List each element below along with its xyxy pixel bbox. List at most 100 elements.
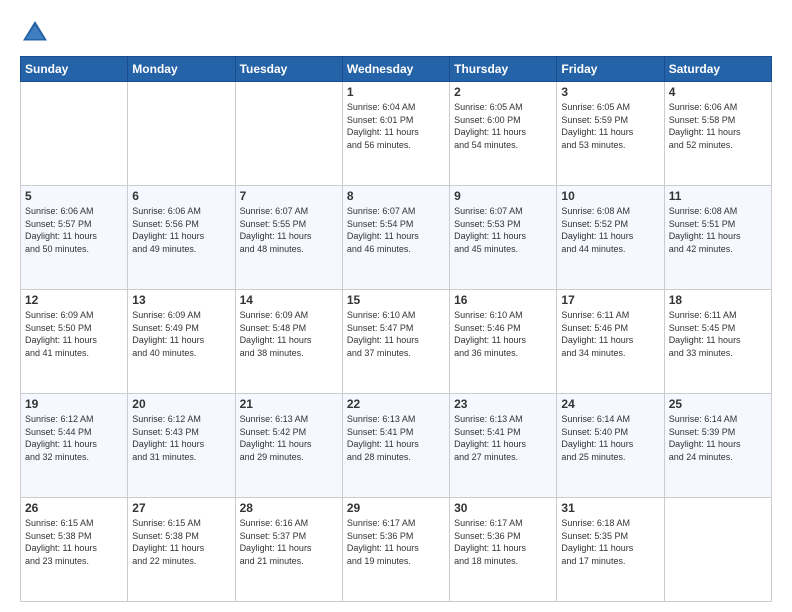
day-info: Sunrise: 6:06 AMSunset: 5:58 PMDaylight:…: [669, 101, 767, 151]
day-number: 27: [132, 501, 230, 515]
calendar-cell: 1Sunrise: 6:04 AMSunset: 6:01 PMDaylight…: [342, 82, 449, 186]
calendar-cell: 23 Sunrise: 6:13 AMSunset: 5:41 PMDayligh…: [450, 394, 557, 498]
calendar-cell: 8 Sunrise: 6:07 AMSunset: 5:54 PMDaylight…: [342, 186, 449, 290]
calendar-cell: 20 Sunrise: 6:12 AMSunset: 5:43 PMDayligh…: [128, 394, 235, 498]
calendar-cell: 18 Sunrise: 6:11 AMSunset: 5:45 PMDayligh…: [664, 290, 771, 394]
calendar-cell: [664, 498, 771, 602]
calendar-body: 1Sunrise: 6:04 AMSunset: 6:01 PMDaylight…: [21, 82, 772, 602]
day-number: 23: [454, 397, 552, 411]
calendar-cell: 14 Sunrise: 6:09 AMSunset: 5:48 PMDayligh…: [235, 290, 342, 394]
calendar-cell: 12Sunrise: 6:09 AMSunset: 5:50 PMDayligh…: [21, 290, 128, 394]
logo: [20, 18, 54, 48]
header-day-sunday: Sunday: [21, 57, 128, 82]
calendar-table: SundayMondayTuesdayWednesdayThursdayFrid…: [20, 56, 772, 602]
day-info: Sunrise: 6:12 AMSunset: 5:43 PMDaylight:…: [132, 413, 230, 463]
day-info: Sunrise: 6:08 AMSunset: 5:51 PMDaylight:…: [669, 205, 767, 255]
day-info: Sunrise: 6:10 AMSunset: 5:46 PMDaylight:…: [454, 309, 552, 359]
header-day-saturday: Saturday: [664, 57, 771, 82]
day-info: Sunrise: 6:15 AMSunset: 5:38 PMDaylight:…: [132, 517, 230, 567]
calendar-cell: 21 Sunrise: 6:13 AMSunset: 5:42 PMDayligh…: [235, 394, 342, 498]
day-number: 4: [669, 85, 767, 99]
day-number: 10: [561, 189, 659, 203]
day-number: 17: [561, 293, 659, 307]
day-info: Sunrise: 6:09 AMSunset: 5:50 PMDaylight:…: [25, 309, 123, 359]
calendar-cell: 10 Sunrise: 6:08 AMSunset: 5:52 PMDayligh…: [557, 186, 664, 290]
day-number: 3: [561, 85, 659, 99]
day-info: Sunrise: 6:10 AMSunset: 5:47 PMDaylight:…: [347, 309, 445, 359]
day-number: 15: [347, 293, 445, 307]
week-row-4: 26 Sunrise: 6:15 AMSunset: 5:38 PMDayligh…: [21, 498, 772, 602]
calendar-cell: 30 Sunrise: 6:17 AMSunset: 5:36 PMDayligh…: [450, 498, 557, 602]
day-info: Sunrise: 6:09 AMSunset: 5:48 PMDaylight:…: [240, 309, 338, 359]
day-number: 26: [25, 501, 123, 515]
calendar-cell: [128, 82, 235, 186]
day-number: 7: [240, 189, 338, 203]
calendar-cell: 19 Sunrise: 6:12 AMSunset: 5:44 PMDayligh…: [21, 394, 128, 498]
calendar-cell: 3 Sunrise: 6:05 AMSunset: 5:59 PMDaylight…: [557, 82, 664, 186]
calendar-cell: 6 Sunrise: 6:06 AMSunset: 5:56 PMDaylight…: [128, 186, 235, 290]
day-number: 22: [347, 397, 445, 411]
calendar-cell: 15 Sunrise: 6:10 AMSunset: 5:47 PMDayligh…: [342, 290, 449, 394]
day-info: Sunrise: 6:08 AMSunset: 5:52 PMDaylight:…: [561, 205, 659, 255]
day-info: Sunrise: 6:11 AMSunset: 5:45 PMDaylight:…: [669, 309, 767, 359]
week-row-0: 1Sunrise: 6:04 AMSunset: 6:01 PMDaylight…: [21, 82, 772, 186]
day-number: 31: [561, 501, 659, 515]
day-number: 1: [347, 85, 445, 99]
day-info: Sunrise: 6:09 AMSunset: 5:49 PMDaylight:…: [132, 309, 230, 359]
header-row: SundayMondayTuesdayWednesdayThursdayFrid…: [21, 57, 772, 82]
calendar-cell: 26Sunrise: 6:15 AMSunset: 5:38 PMDayligh…: [21, 498, 128, 602]
day-info: Sunrise: 6:12 AMSunset: 5:44 PMDaylight:…: [25, 413, 123, 463]
day-info: Sunrise: 6:18 AMSunset: 5:35 PMDaylight:…: [561, 517, 659, 567]
day-number: 13: [132, 293, 230, 307]
week-row-1: 5Sunrise: 6:06 AMSunset: 5:57 PMDaylight…: [21, 186, 772, 290]
day-number: 20: [132, 397, 230, 411]
calendar-cell: 22 Sunrise: 6:13 AMSunset: 5:41 PMDayligh…: [342, 394, 449, 498]
day-info: Sunrise: 6:13 AMSunset: 5:41 PMDaylight:…: [454, 413, 552, 463]
calendar-cell: [21, 82, 128, 186]
day-info: Sunrise: 6:07 AMSunset: 5:53 PMDaylight:…: [454, 205, 552, 255]
day-info: Sunrise: 6:14 AMSunset: 5:39 PMDaylight:…: [669, 413, 767, 463]
day-number: 21: [240, 397, 338, 411]
day-info: Sunrise: 6:17 AMSunset: 5:36 PMDaylight:…: [347, 517, 445, 567]
header: [20, 18, 772, 48]
day-info: Sunrise: 6:05 AMSunset: 5:59 PMDaylight:…: [561, 101, 659, 151]
calendar-cell: 11 Sunrise: 6:08 AMSunset: 5:51 PMDayligh…: [664, 186, 771, 290]
day-info: Sunrise: 6:06 AMSunset: 5:57 PMDaylight:…: [25, 205, 123, 255]
header-day-monday: Monday: [128, 57, 235, 82]
header-day-thursday: Thursday: [450, 57, 557, 82]
header-day-wednesday: Wednesday: [342, 57, 449, 82]
day-number: 16: [454, 293, 552, 307]
day-number: 19: [25, 397, 123, 411]
page: SundayMondayTuesdayWednesdayThursdayFrid…: [0, 0, 792, 612]
day-number: 8: [347, 189, 445, 203]
calendar-cell: 9 Sunrise: 6:07 AMSunset: 5:53 PMDaylight…: [450, 186, 557, 290]
calendar-cell: 29Sunrise: 6:17 AMSunset: 5:36 PMDayligh…: [342, 498, 449, 602]
calendar-cell: 24Sunrise: 6:14 AMSunset: 5:40 PMDayligh…: [557, 394, 664, 498]
day-info: Sunrise: 6:13 AMSunset: 5:42 PMDaylight:…: [240, 413, 338, 463]
day-number: 25: [669, 397, 767, 411]
day-number: 2: [454, 85, 552, 99]
calendar-cell: 4 Sunrise: 6:06 AMSunset: 5:58 PMDaylight…: [664, 82, 771, 186]
day-info: Sunrise: 6:07 AMSunset: 5:54 PMDaylight:…: [347, 205, 445, 255]
day-info: Sunrise: 6:11 AMSunset: 5:46 PMDaylight:…: [561, 309, 659, 359]
calendar-cell: 27 Sunrise: 6:15 AMSunset: 5:38 PMDayligh…: [128, 498, 235, 602]
day-info: Sunrise: 6:13 AMSunset: 5:41 PMDaylight:…: [347, 413, 445, 463]
day-info: Sunrise: 6:06 AMSunset: 5:56 PMDaylight:…: [132, 205, 230, 255]
header-day-friday: Friday: [557, 57, 664, 82]
day-number: 18: [669, 293, 767, 307]
day-number: 30: [454, 501, 552, 515]
week-row-3: 19 Sunrise: 6:12 AMSunset: 5:44 PMDayligh…: [21, 394, 772, 498]
calendar-cell: 28Sunrise: 6:16 AMSunset: 5:37 PMDayligh…: [235, 498, 342, 602]
day-number: 11: [669, 189, 767, 203]
calendar-cell: 31 Sunrise: 6:18 AMSunset: 5:35 PMDayligh…: [557, 498, 664, 602]
calendar-header: SundayMondayTuesdayWednesdayThursdayFrid…: [21, 57, 772, 82]
header-day-tuesday: Tuesday: [235, 57, 342, 82]
calendar-cell: 25 Sunrise: 6:14 AMSunset: 5:39 PMDayligh…: [664, 394, 771, 498]
day-info: Sunrise: 6:17 AMSunset: 5:36 PMDaylight:…: [454, 517, 552, 567]
calendar-cell: [235, 82, 342, 186]
day-number: 6: [132, 189, 230, 203]
day-number: 14: [240, 293, 338, 307]
calendar-cell: 2Sunrise: 6:05 AMSunset: 6:00 PMDaylight…: [450, 82, 557, 186]
day-info: Sunrise: 6:16 AMSunset: 5:37 PMDaylight:…: [240, 517, 338, 567]
day-number: 9: [454, 189, 552, 203]
